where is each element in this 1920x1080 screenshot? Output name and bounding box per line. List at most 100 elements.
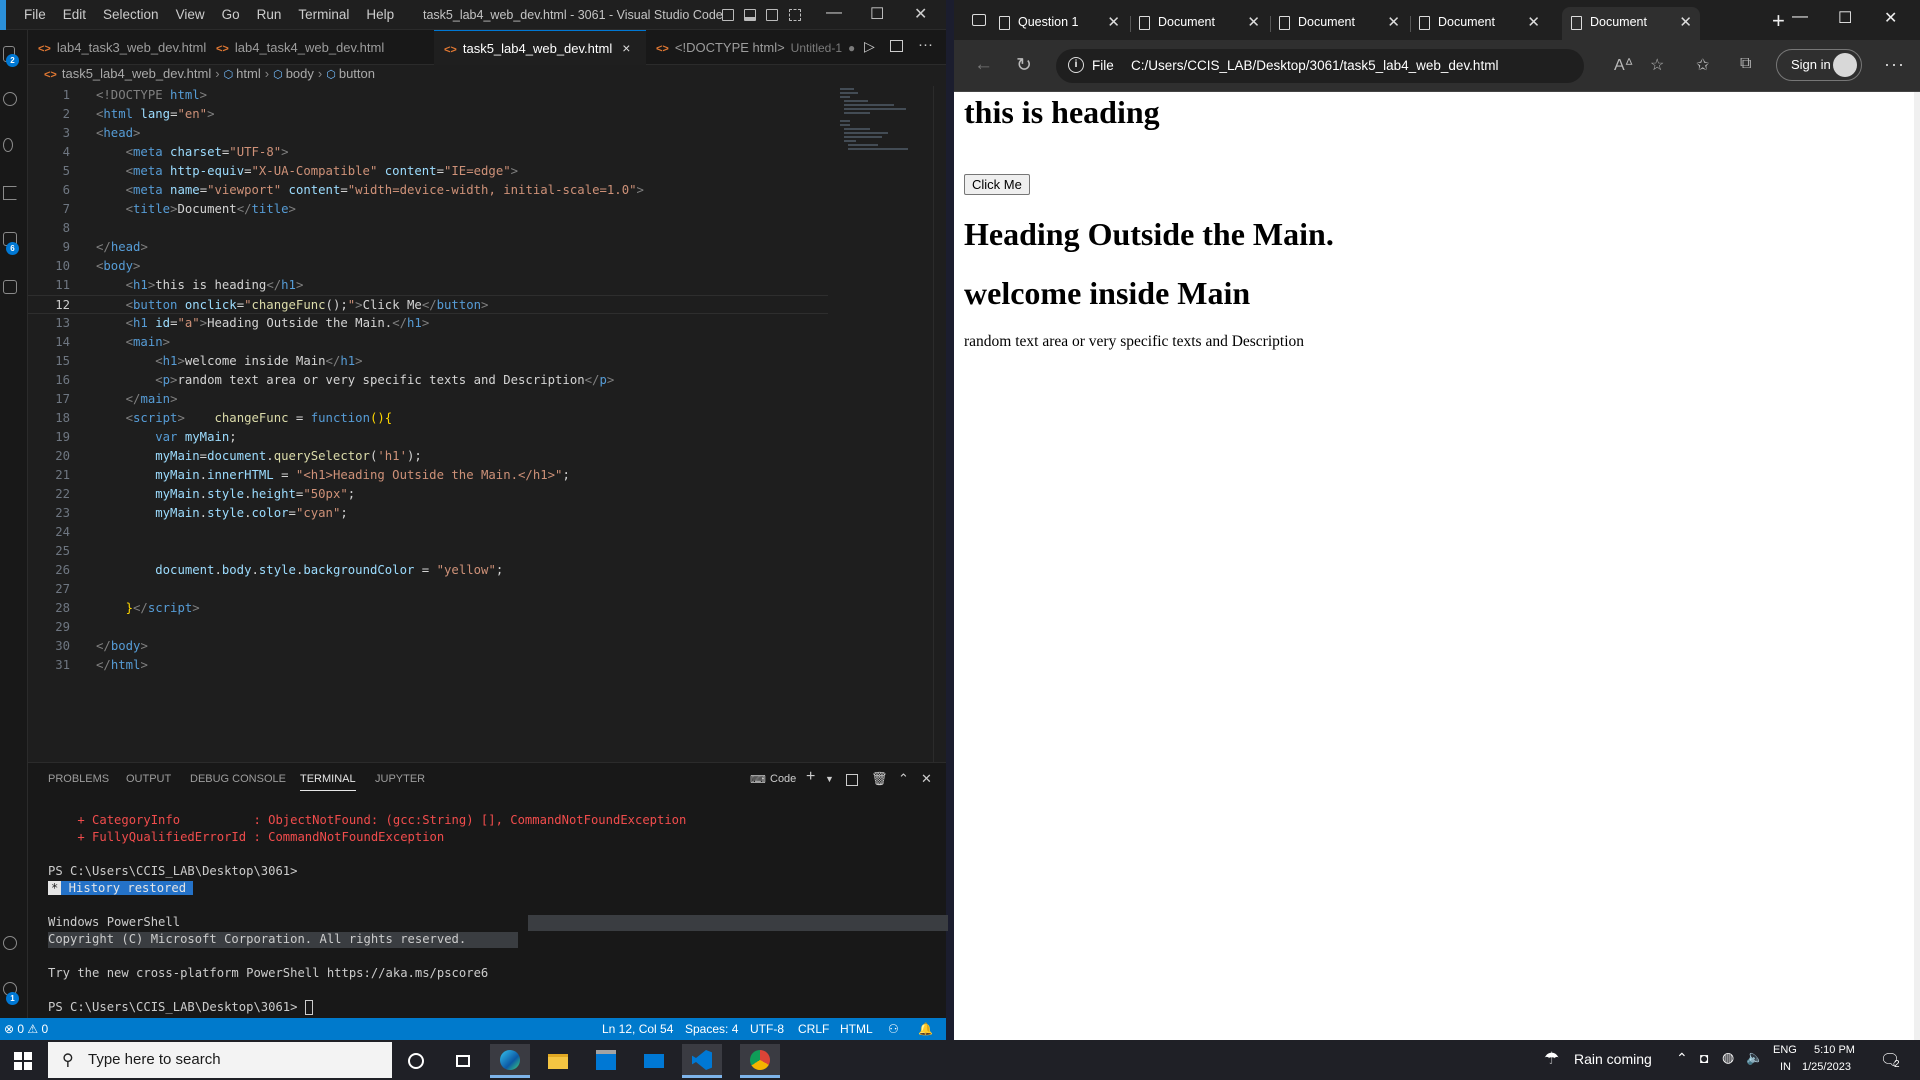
run-debug-icon[interactable] [3,186,17,200]
weather-text[interactable]: Rain coming [1574,1051,1652,1067]
status-encoding[interactable]: UTF-8 [750,1022,784,1036]
refresh-icon[interactable]: ↻ [1016,54,1032,77]
back-arrow-icon[interactable]: ← [974,54,993,76]
code-line[interactable]: 31 </html> [28,656,828,675]
code-line[interactable]: 8 [28,219,828,238]
menu-edit[interactable]: Edit [63,7,86,22]
menu-selection[interactable]: Selection [103,7,159,22]
code-line[interactable]: 1 <!DOCTYPE html> [28,86,828,105]
read-aloud-icon[interactable]: Aᐞ [1614,55,1633,75]
cortana-icon[interactable] [396,1044,436,1078]
code-line[interactable]: 16 <p>random text area or very specific … [28,371,828,390]
sign-in-button[interactable]: Sign in [1776,49,1862,81]
code-line[interactable]: 14 <main> [28,333,828,352]
clock-time[interactable]: 5:10 PM [1814,1044,1855,1056]
tab-untitled-1[interactable]: <> <!DOCTYPE html> Untitled-1 ● [646,30,878,65]
code-line[interactable]: 29 [28,618,828,637]
status-indentation[interactable]: Spaces: 4 [685,1022,738,1036]
status-problems[interactable]: ⊗ 0 ⚠ 0 [4,1022,48,1036]
code-line[interactable]: 27 [28,580,828,599]
tab-lab4-task3[interactable]: <> lab4_task3_web_dev.html [28,30,206,65]
code-line[interactable]: 4 <meta charset="UTF-8"> [28,143,828,162]
code-line[interactable]: 25 [28,542,828,561]
close-tab-icon[interactable]: ✕ [1107,7,1120,38]
minimize-icon[interactable]: — [1792,8,1808,26]
minimap[interactable] [838,86,933,156]
code-line[interactable]: 22 myMain.style.height="50px"; [28,485,828,504]
status-language[interactable]: HTML [840,1022,873,1036]
toggle-secondary-sidebar-icon[interactable] [766,9,778,21]
menu-view[interactable]: View [176,7,205,22]
weather-rain-icon[interactable]: ☂ [1544,1049,1559,1069]
toggle-sidebar-icon[interactable] [722,9,734,21]
menu-go[interactable]: Go [222,7,240,22]
close-tab-icon[interactable]: × [622,40,630,56]
tab-problems[interactable]: PROBLEMS [48,773,109,785]
microsoft-store-icon[interactable] [586,1044,626,1078]
address-bar[interactable]: i File C:/Users/CCIS_LAB/Desktop/3061/ta… [1056,49,1584,83]
code-line[interactable]: 20 myMain=document.querySelector('h1'); [28,447,828,466]
status-cursor-position[interactable]: Ln 12, Col 54 [602,1022,673,1036]
search-icon[interactable] [3,92,17,106]
code-line[interactable]: 17 </main> [28,390,828,409]
trash-icon[interactable]: 🗑 [871,771,888,787]
editor-scrollbar[interactable] [933,86,946,762]
code-line[interactable]: 19 var myMain; [28,428,828,447]
close-tab-icon[interactable]: ✕ [1679,7,1692,38]
feedback-icon[interactable]: ⚇ [888,1022,899,1036]
terminal-shell-icon[interactable]: ⌨ [750,773,766,786]
chevron-up-icon[interactable]: ⌃ [1676,1050,1688,1067]
code-line[interactable]: 2 <html lang="en"> [28,105,828,124]
code-line[interactable]: 30 </body> [28,637,828,656]
customize-layout-icon[interactable] [789,9,801,21]
close-tab-icon[interactable]: ✕ [1527,7,1540,38]
status-eol[interactable]: CRLF [798,1022,829,1036]
menu-terminal[interactable]: Terminal [298,7,349,22]
tab-debug-console[interactable]: DEBUG CONSOLE [190,773,286,785]
code-line[interactable]: 23 myMain.style.color="cyan"; [28,504,828,523]
close-panel-icon[interactable]: ✕ [921,771,932,787]
file-explorer-icon[interactable] [538,1044,578,1078]
new-terminal-icon[interactable]: + [806,768,815,786]
breadcrumb-file[interactable]: task5_lab4_web_dev.html [62,66,211,81]
more-menu-icon[interactable]: ··· [1884,54,1905,75]
menu-help[interactable]: Help [366,7,394,22]
code-line[interactable]: 9 </head> [28,238,828,257]
collections-icon[interactable]: ⧉ [1740,55,1751,73]
maximize-panel-icon[interactable]: ⌃ [898,771,909,787]
browser-tab[interactable]: Question 1 ✕ [990,7,1128,40]
chrome-taskbar-icon[interactable] [740,1044,780,1078]
code-line[interactable]: 3 <head> [28,124,828,143]
info-icon[interactable]: i [1068,57,1084,73]
code-line[interactable]: 13 <h1 id="a">Heading Outside the Main.<… [28,314,828,333]
task-view-icon[interactable] [443,1044,483,1078]
tab-terminal[interactable]: TERMINAL [300,773,356,791]
breadcrumb-html[interactable]: html [236,66,261,81]
meet-now-icon[interactable]: ◘ [1700,1050,1708,1066]
volume-muted-icon[interactable]: 🔈 [1746,1049,1763,1066]
source-control-icon[interactable] [3,138,13,152]
click-me-button[interactable]: Click Me [964,174,1030,195]
code-line[interactable]: 21 myMain.innerHTML = "<h1>Heading Outsi… [28,466,828,485]
maximize-icon[interactable]: ☐ [870,4,884,24]
remote-explorer-icon[interactable] [3,280,17,294]
close-window-icon[interactable]: ✕ [914,4,927,24]
unsaved-dot-icon[interactable]: ● [848,41,855,55]
mail-icon[interactable] [634,1044,674,1078]
network-globe-icon[interactable]: ◍ [1722,1049,1734,1066]
chevron-down-icon[interactable]: ▼ [825,774,834,784]
run-play-icon[interactable]: ▷ [864,38,875,55]
tab-task5-lab4[interactable]: <> task5_lab4_web_dev.html × [434,30,646,65]
close-tab-icon[interactable]: ✕ [1387,7,1400,38]
accounts-icon[interactable] [3,936,17,950]
code-line[interactable]: 5 <meta http-equiv="X-UA-Compatible" con… [28,162,828,181]
browser-tab[interactable]: Document ✕ [1410,7,1548,40]
code-line[interactable]: 10 <body> [28,257,828,276]
new-tab-plus-icon[interactable]: + [1772,8,1785,34]
toggle-panel-icon[interactable] [744,9,756,21]
tab-actions-icon[interactable] [972,14,986,26]
breadcrumb-body[interactable]: body [286,66,314,81]
windows-start-icon[interactable] [14,1052,32,1070]
code-line[interactable]: 24 [28,523,828,542]
code-line[interactable]: 26 document.body.style.backgroundColor =… [28,561,828,580]
